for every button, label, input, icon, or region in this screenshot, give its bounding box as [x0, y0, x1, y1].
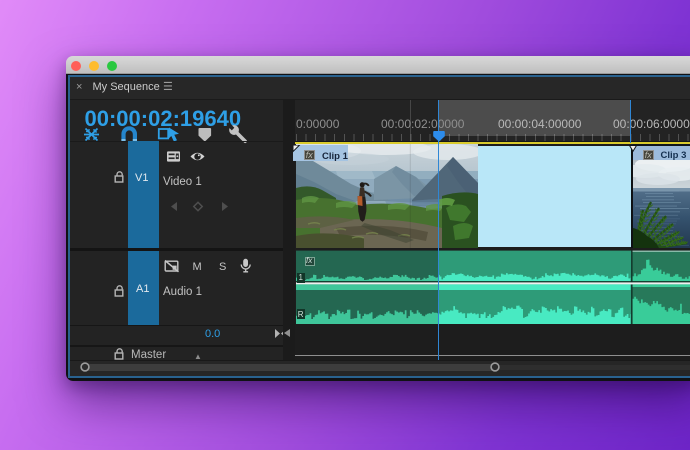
- svg-text:M: M: [193, 261, 202, 273]
- svg-text:S: S: [219, 261, 226, 273]
